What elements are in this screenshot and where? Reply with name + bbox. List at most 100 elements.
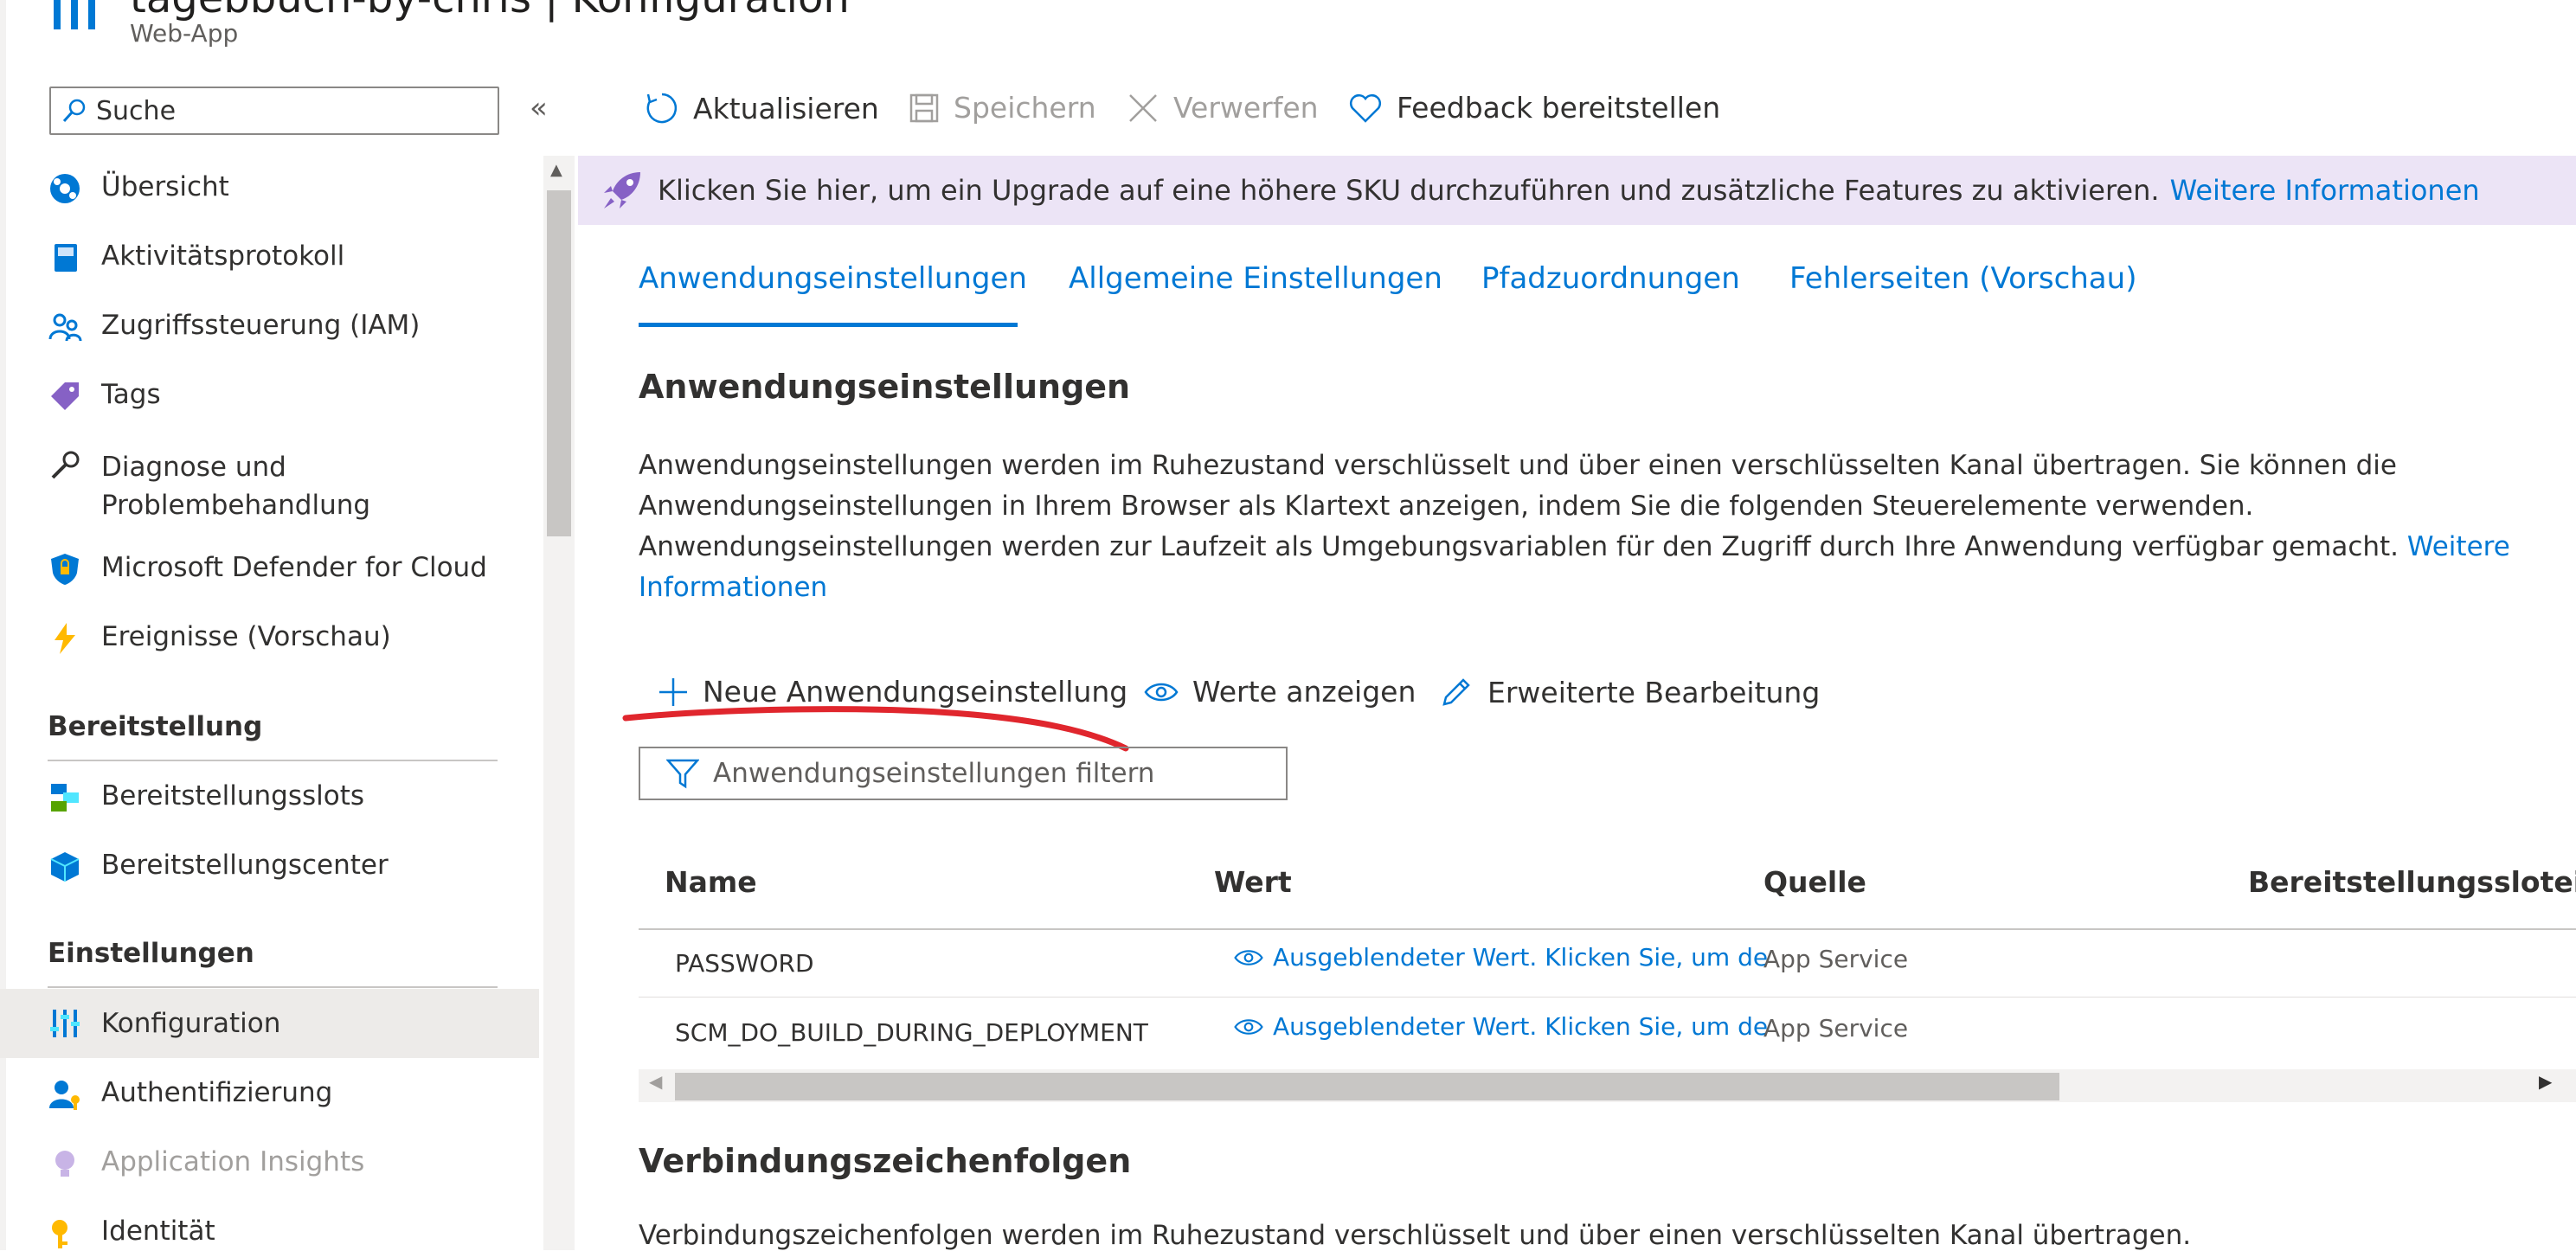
- table-header-divider: [639, 928, 2576, 930]
- eye-icon: [1144, 683, 1179, 701]
- section-divider: [48, 760, 498, 761]
- hidden-value-text: Ausgeblendeter Wert. Klicken Sie, um de: [1273, 1012, 1769, 1041]
- row-name-cell[interactable]: PASSWORD: [675, 949, 814, 978]
- upgrade-banner[interactable]: Klicken Sie hier, um ein Upgrade auf ein…: [578, 156, 2576, 225]
- advanced-edit-button[interactable]: Erweiterte Bearbeitung: [1439, 675, 1820, 709]
- sidebar-item-aktivitaetsprotokoll[interactable]: Aktivitätsprotokoll: [48, 241, 532, 275]
- sidebar-item-identitaet[interactable]: Identität: [48, 1216, 532, 1250]
- tab-pfadzuordnungen[interactable]: Pfadzuordnungen: [1481, 261, 1740, 296]
- refresh-button[interactable]: Aktualisieren: [645, 91, 879, 125]
- tab-fehlerseiten[interactable]: Fehlerseiten (Vorschau): [1789, 261, 2136, 296]
- sidebar-item-label: Ereignisse (Vorschau): [101, 621, 391, 652]
- column-header-quelle[interactable]: Quelle: [1763, 865, 1866, 899]
- discard-button[interactable]: Verwerfen: [1127, 91, 1319, 125]
- hidden-value-link[interactable]: Ausgeblendeter Wert. Klicken Sie, um de: [1233, 1012, 1768, 1041]
- sidebar-search[interactable]: [49, 87, 499, 135]
- sidebar-item-label: Konfiguration: [101, 1008, 281, 1039]
- lightning-icon: [55, 623, 75, 654]
- section-title-einstellungen: Einstellungen: [48, 938, 254, 969]
- feedback-button[interactable]: Feedback bereitstellen: [1348, 91, 1720, 125]
- row-source-cell: App Service: [1763, 1014, 1909, 1042]
- sidebar-item-bereitstellungscenter[interactable]: Bereitstellungscenter: [48, 850, 532, 884]
- search-input[interactable]: [96, 95, 459, 126]
- filter-input[interactable]: [713, 758, 1267, 789]
- table-scrollbar-thumb[interactable]: [675, 1073, 2059, 1100]
- sidebar-item-label: Aktivitätsprotokoll: [101, 241, 345, 272]
- sidebar-item-ereignisse[interactable]: Ereignisse (Vorschau): [48, 621, 532, 656]
- sidebar-item-tags[interactable]: Tags: [48, 379, 532, 414]
- column-header-name[interactable]: Name: [665, 865, 757, 899]
- wrench-icon: [51, 451, 80, 479]
- refresh-icon: [646, 93, 678, 124]
- search-icon: [62, 99, 86, 123]
- page-subtitle: Web-App: [130, 19, 239, 48]
- show-values-button[interactable]: Werte anzeigen: [1144, 675, 1416, 709]
- row-source-cell: App Service: [1763, 945, 1909, 973]
- section-divider: [48, 986, 498, 988]
- sidebar-item-diagnose[interactable]: Diagnose und Problembehandlung: [48, 448, 532, 524]
- row-name-cell[interactable]: SCM_DO_BUILD_DURING_DEPLOYMENT: [675, 1018, 1148, 1047]
- save-button[interactable]: Speichern: [909, 91, 1096, 125]
- sidebar-item-label: Identität: [101, 1216, 215, 1247]
- app-logo-icon: [54, 0, 95, 29]
- scroll-left-arrow-icon[interactable]: ◀: [649, 1071, 662, 1092]
- eye-icon: [1234, 1018, 1263, 1035]
- shield-icon: [51, 554, 79, 585]
- user-key-icon: [49, 1081, 80, 1110]
- tab-allgemeine-einstellungen[interactable]: Allgemeine Einstellungen: [1069, 261, 1442, 296]
- banner-link[interactable]: Weitere Informationen: [2170, 174, 2480, 207]
- sidebar-item-uebersicht[interactable]: Übersicht: [48, 171, 532, 206]
- sidebar-scrollbar-thumb[interactable]: [547, 190, 571, 536]
- rocket-icon: [604, 172, 640, 208]
- pencil-icon: [1442, 678, 1470, 706]
- sidebar-item-label: Zugriffssteuerung (IAM): [101, 310, 421, 341]
- refresh-label: Aktualisieren: [693, 91, 879, 125]
- save-label: Speichern: [954, 91, 1096, 125]
- sidebar-item-iam[interactable]: Zugriffssteuerung (IAM): [48, 310, 532, 344]
- collapse-sidebar-button[interactable]: «: [530, 91, 548, 125]
- section-heading: Anwendungseinstellungen: [639, 368, 1131, 406]
- sidebar-item-authentifizierung[interactable]: Authentifizierung: [48, 1077, 532, 1112]
- eye-icon: [1234, 949, 1263, 966]
- save-icon: [909, 93, 939, 122]
- sidebar-item-konfiguration[interactable]: Konfiguration: [0, 989, 539, 1058]
- sidebar-item-label: Application Insights: [101, 1146, 365, 1177]
- hidden-value-text: Ausgeblendeter Wert. Klicken Sie, um de: [1273, 943, 1769, 972]
- column-header-slot-setting[interactable]: Bereitstellungssloteinst: [2248, 865, 2576, 899]
- sidebar-item-bereitstellungsslots[interactable]: Bereitstellungsslots: [48, 780, 532, 815]
- globe-icon: [50, 174, 80, 203]
- sidebar-item-label: Bereitstellungscenter: [101, 850, 389, 881]
- sidebar-item-label: Übersicht: [101, 171, 229, 202]
- connection-strings-description: Verbindungszeichenfolgen werden im Ruhez…: [639, 1220, 2192, 1251]
- hidden-value-link[interactable]: Ausgeblendeter Wert. Klicken Sie, um de: [1233, 943, 1768, 972]
- section-title-bereitstellung: Bereitstellung: [48, 711, 263, 742]
- sidebar-item-label: Diagnose und Problembehandlung: [101, 452, 371, 521]
- banner-text: Klicken Sie hier, um ein Upgrade auf ein…: [658, 174, 2160, 207]
- section-description: Anwendungseinstellungen werden im Ruhezu…: [639, 446, 2542, 608]
- sliders-icon: [50, 1010, 80, 1037]
- scroll-right-arrow-icon[interactable]: ▶: [2539, 1071, 2552, 1092]
- column-header-wert[interactable]: Wert: [1214, 865, 1292, 899]
- sidebar-item-application-insights[interactable]: Application Insights: [48, 1146, 532, 1181]
- people-icon: [48, 313, 82, 342]
- new-app-setting-label: Neue Anwendungseinstellung: [703, 675, 1128, 709]
- sidebar-item-defender[interactable]: Microsoft Defender for Cloud: [48, 552, 532, 587]
- filter-box[interactable]: [639, 747, 1288, 800]
- bulb-icon: [55, 1151, 74, 1177]
- sidebar-item-label: Microsoft Defender for Cloud: [101, 552, 487, 583]
- slots-icon: [51, 784, 79, 812]
- row-divider: [639, 997, 2576, 998]
- new-app-setting-button[interactable]: Neue Anwendungseinstellung: [658, 675, 1127, 709]
- discard-label: Verwerfen: [1173, 91, 1319, 125]
- tag-icon: [51, 382, 79, 410]
- feedback-label: Feedback bereitstellen: [1397, 91, 1721, 125]
- scroll-up-arrow-icon[interactable]: ▲: [550, 161, 562, 179]
- tab-anwendungseinstellungen[interactable]: Anwendungseinstellungen: [639, 261, 1027, 296]
- plus-icon: [659, 677, 687, 706]
- active-tab-indicator: [639, 323, 1018, 327]
- close-icon: [1129, 93, 1157, 122]
- show-values-label: Werte anzeigen: [1192, 675, 1416, 709]
- description-text: Anwendungseinstellungen werden im Ruhezu…: [639, 450, 2399, 562]
- sidebar-item-label: Tags: [101, 379, 161, 410]
- sidebar-item-label: Authentifizierung: [101, 1077, 333, 1108]
